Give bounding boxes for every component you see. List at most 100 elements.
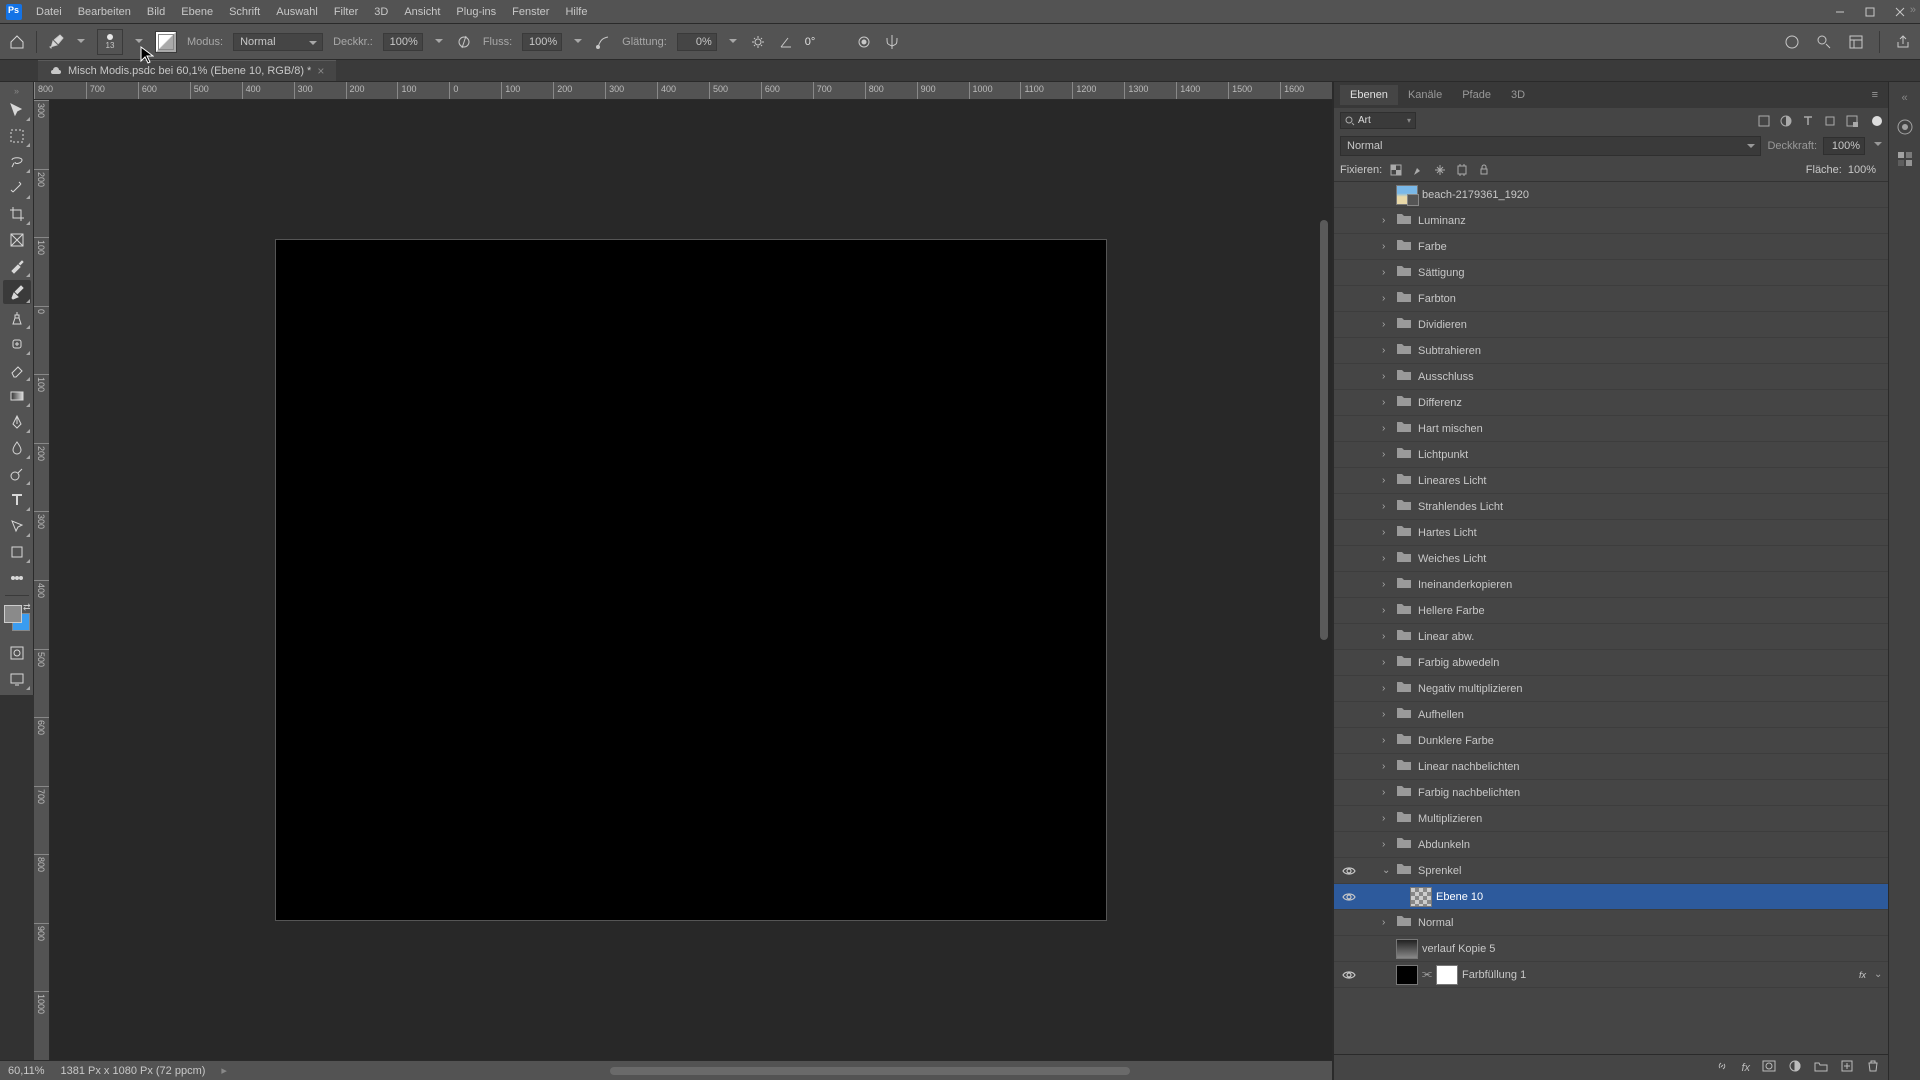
layer-group[interactable]: ›Subtrahieren [1334, 338, 1888, 364]
layer-filter-input[interactable] [1358, 115, 1404, 126]
brush-panel-toggle-icon[interactable] [155, 31, 177, 53]
lock-transparency-icon[interactable] [1388, 162, 1404, 178]
panel-tab-pfade[interactable]: Pfade [1452, 85, 1501, 105]
layer-name[interactable]: Dividieren [1418, 319, 1884, 331]
angle-value[interactable]: 0° [805, 36, 816, 48]
menu-fenster[interactable]: Fenster [504, 0, 557, 24]
expand-caret-icon[interactable]: › [1382, 813, 1392, 824]
layer-group[interactable]: ›Sättigung [1334, 260, 1888, 286]
layer-item[interactable]: Ebene 10 [1334, 884, 1888, 910]
lock-pixels-icon[interactable] [1410, 162, 1426, 178]
layer-name[interactable]: Negativ multiplizieren [1418, 683, 1884, 695]
expand-caret-icon[interactable]: › [1382, 579, 1392, 590]
expand-caret-icon[interactable]: › [1382, 501, 1392, 512]
layer-group[interactable]: ›Lichtpunkt [1334, 442, 1888, 468]
share-icon[interactable] [1894, 33, 1912, 51]
window-maximize-button[interactable] [1856, 3, 1884, 21]
expand-caret-icon[interactable]: › [1382, 527, 1392, 538]
layer-name[interactable]: Abdunkeln [1418, 839, 1884, 851]
expand-caret-icon[interactable]: › [1382, 319, 1392, 330]
filter-shape-icon[interactable] [1822, 113, 1838, 129]
layer-thumbnail[interactable] [1410, 887, 1432, 907]
expand-caret-icon[interactable]: › [1382, 293, 1392, 304]
gradient-tool[interactable] [3, 384, 31, 408]
layer-group[interactable]: ›Weiches Licht [1334, 546, 1888, 572]
menu-ebene[interactable]: Ebene [173, 0, 221, 24]
lasso-tool[interactable] [3, 150, 31, 174]
expand-caret-icon[interactable]: › [1382, 345, 1392, 356]
layer-group[interactable]: › Hartes Licht [1334, 520, 1888, 546]
expand-caret-icon[interactable]: › [1382, 761, 1392, 772]
expand-caret-icon[interactable]: › [1382, 657, 1392, 668]
expand-caret-icon[interactable]: › [1382, 839, 1392, 850]
screenmode-tool[interactable] [3, 667, 31, 691]
flow-input[interactable]: 100% [522, 33, 562, 51]
layer-group[interactable]: ›Dunklere Farbe [1334, 728, 1888, 754]
layer-group[interactable]: ›Linear abw. [1334, 624, 1888, 650]
eyedropper-tool[interactable] [3, 254, 31, 278]
expand-caret-icon[interactable]: › [1382, 241, 1392, 252]
group-icon[interactable] [1814, 1059, 1828, 1076]
clone-tool[interactable] [3, 306, 31, 330]
visibility-toggle[interactable] [1338, 890, 1360, 904]
expand-caret-icon[interactable]: › [1382, 215, 1392, 226]
layer-group[interactable]: ›Lineares Licht [1334, 468, 1888, 494]
lock-artboard-icon[interactable] [1454, 162, 1470, 178]
layer-name[interactable]: Hart mischen [1418, 423, 1884, 435]
symmetry-icon[interactable] [883, 33, 901, 51]
filter-type-icon[interactable] [1800, 113, 1816, 129]
layer-mask-icon[interactable] [1762, 1059, 1776, 1076]
layer-name[interactable]: Hartes Licht [1418, 527, 1884, 539]
expand-caret-icon[interactable]: › [1382, 475, 1392, 486]
smoothing-input[interactable]: 0% [677, 33, 717, 51]
layer-item[interactable]: ⫘Farbfüllung 1fx⌄ [1334, 962, 1888, 988]
layer-group[interactable]: ›Linear nachbelichten [1334, 754, 1888, 780]
layer-group[interactable]: ›Ineinanderkopieren [1334, 572, 1888, 598]
pen-tool[interactable] [3, 410, 31, 434]
mask-link-icon[interactable]: ⫘ [1422, 968, 1432, 981]
ruler-vertical[interactable]: 3002001000100200300400500600700800900100… [34, 100, 50, 1060]
home-button[interactable] [8, 33, 26, 51]
crop-tool[interactable] [3, 202, 31, 226]
eraser-tool[interactable] [3, 358, 31, 382]
layer-group[interactable]: ›Farbig abwedeln [1334, 650, 1888, 676]
wand-tool[interactable] [3, 176, 31, 200]
layer-group[interactable]: ›Strahlendes Licht [1334, 494, 1888, 520]
layer-group[interactable]: › Normal [1334, 910, 1888, 936]
layer-thumbnail[interactable] [1396, 965, 1418, 985]
layer-group[interactable]: › Hellere Farbe [1334, 598, 1888, 624]
layer-name[interactable]: Normal [1418, 917, 1884, 929]
expand-caret-icon[interactable]: › [1382, 917, 1392, 928]
layer-thumbnail[interactable] [1396, 185, 1418, 205]
expand-caret-icon[interactable]: › [1382, 709, 1392, 720]
smoothing-dropdown[interactable] [727, 36, 739, 48]
workspace-icon[interactable] [1847, 33, 1865, 51]
layer-group[interactable]: ›Aufhellen [1334, 702, 1888, 728]
dock-collapse-icon[interactable]: « [1901, 92, 1907, 104]
layer-name[interactable]: Hellere Farbe [1418, 605, 1884, 617]
tools-collapse-icon[interactable]: » [14, 86, 19, 96]
layer-name[interactable]: Sprenkel [1418, 865, 1884, 877]
layer-opacity-input[interactable]: 100% [1823, 137, 1865, 155]
menu-bild[interactable]: Bild [139, 0, 173, 24]
layer-thumbnail[interactable] [1396, 939, 1418, 959]
swatches-panel-icon[interactable] [1896, 150, 1914, 168]
expand-caret-icon[interactable]: › [1382, 267, 1392, 278]
layer-group[interactable]: ⌄Sprenkel [1334, 858, 1888, 884]
swap-colors-icon[interactable]: ⇄ [23, 602, 31, 613]
layer-name[interactable]: Luminanz [1418, 215, 1884, 227]
link-layers-icon[interactable] [1715, 1059, 1729, 1076]
fx-caret-icon[interactable]: ⌄ [1874, 969, 1884, 980]
doc-info-caret[interactable]: ▸ [221, 1064, 227, 1077]
window-minimize-button[interactable] [1826, 3, 1854, 21]
layer-filter-select[interactable]: ▾ [1340, 112, 1416, 129]
layer-group[interactable]: ›Hart mischen [1334, 416, 1888, 442]
expand-caret-icon[interactable]: › [1382, 449, 1392, 460]
panel-menu-icon[interactable]: ≡ [1868, 89, 1882, 101]
expand-caret-icon[interactable]: › [1382, 605, 1392, 616]
menu-filter[interactable]: Filter [326, 0, 366, 24]
adjustment-layer-icon[interactable] [1788, 1059, 1802, 1076]
opacity-drop-icon[interactable] [1871, 140, 1882, 152]
canvas-scrollbar-h[interactable] [600, 1067, 1324, 1077]
expand-caret-icon[interactable]: › [1382, 683, 1392, 694]
